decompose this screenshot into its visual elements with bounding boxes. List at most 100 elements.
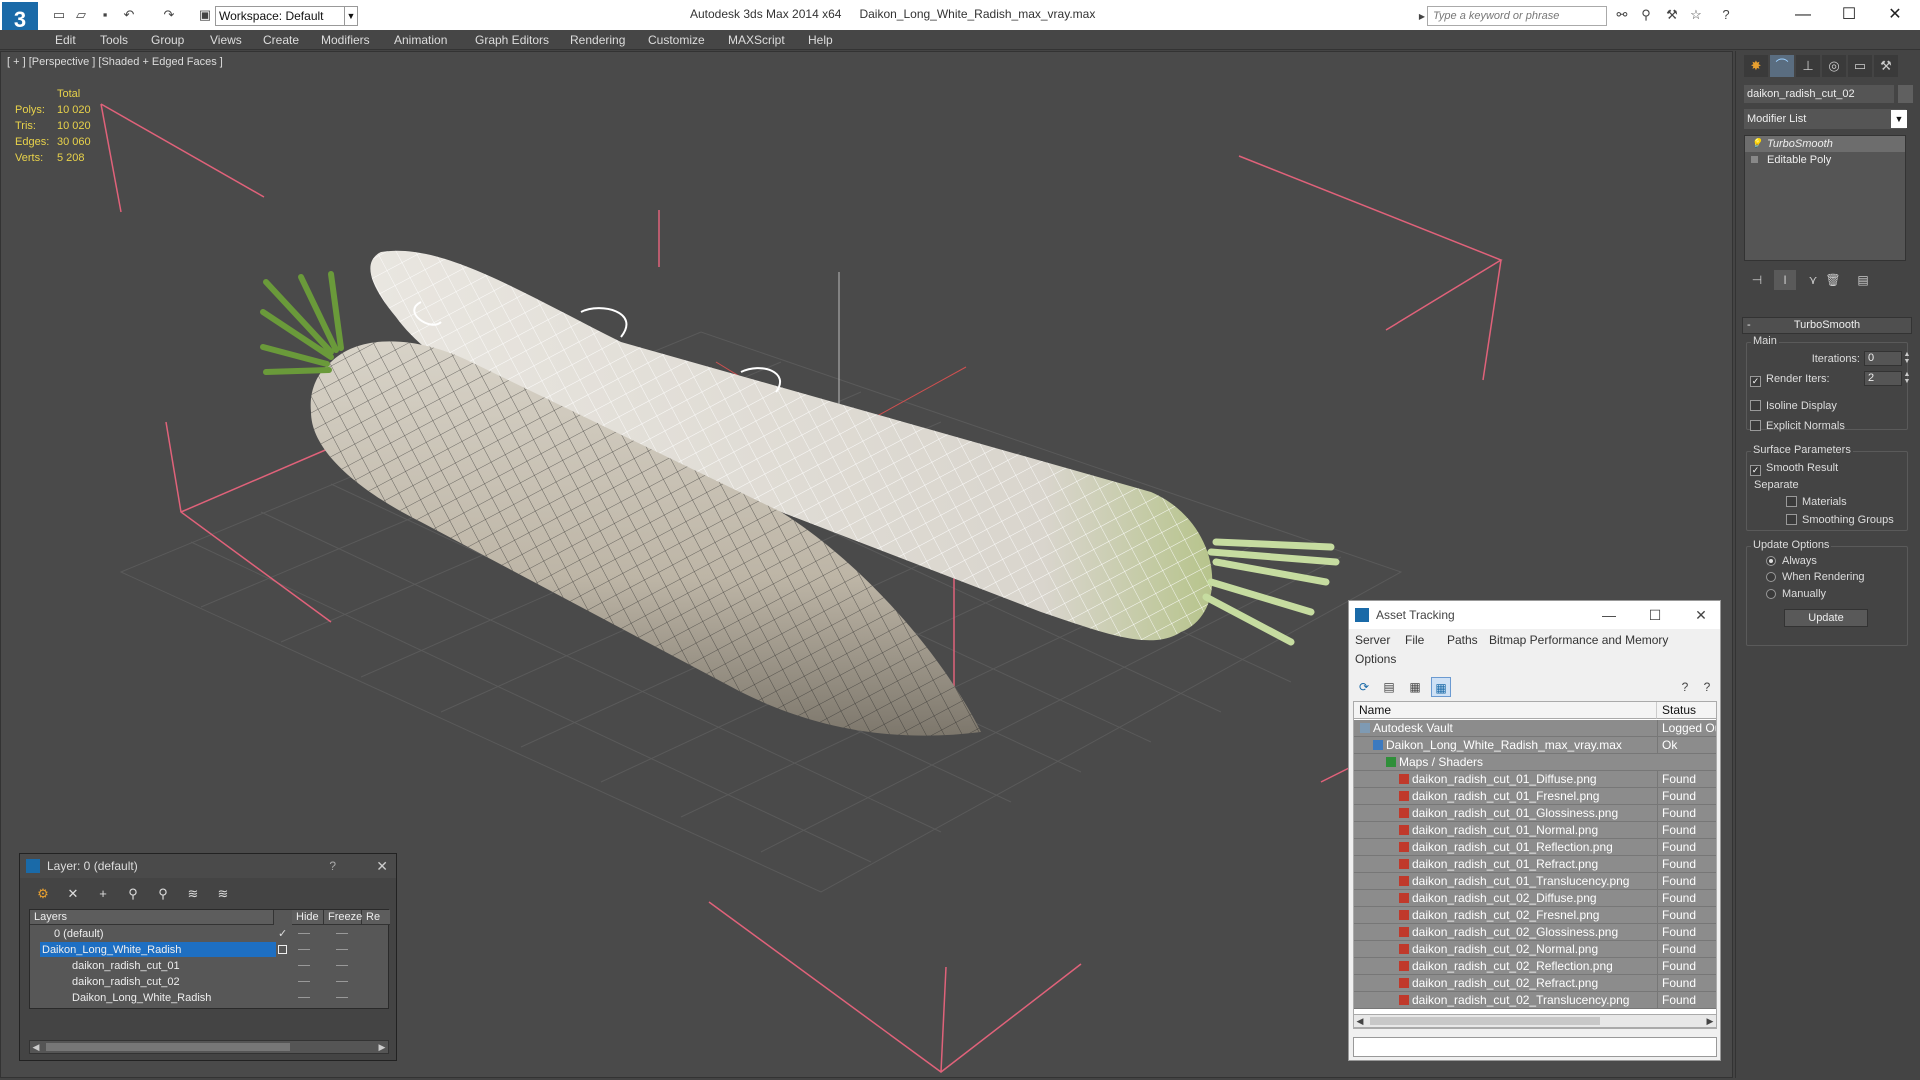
menu-options[interactable]: Options (1355, 652, 1396, 666)
configure-modifier-sets-icon[interactable]: ▤ (1852, 270, 1874, 290)
materials-checkbox[interactable]: Materials (1786, 496, 1847, 508)
layer-horizontal-scrollbar[interactable]: ◀ ▶ (29, 1040, 389, 1054)
highlight-selected-icon[interactable]: ⚲ (152, 884, 174, 904)
stack-item-editable-poly[interactable]: Editable Poly (1745, 152, 1905, 168)
object-name-field[interactable]: daikon_radish_cut_02 (1744, 85, 1894, 103)
project-folder-icon[interactable]: ▣ (196, 6, 214, 24)
close-button[interactable]: ✕ (1686, 601, 1716, 629)
asset-row[interactable]: daikon_radish_cut_01_Glossiness.png Found (1354, 805, 1716, 822)
asset-row[interactable]: daikon_radish_cut_02_Normal.png Found (1354, 941, 1716, 958)
search-input[interactable]: Type a keyword or phrase (1427, 6, 1607, 26)
layer-row[interactable]: daikon_radish_cut_01 (30, 958, 388, 974)
asset-row[interactable]: daikon_radish_cut_01_Normal.png Found (1354, 822, 1716, 839)
communication-center-icon[interactable]: ⚒ (1664, 7, 1680, 23)
hide-all-layers-icon[interactable]: ≋ (182, 884, 204, 904)
asset-row[interactable]: daikon_radish_cut_02_Refract.png Found (1354, 975, 1716, 992)
pin-stack-icon[interactable]: ⊣ (1746, 270, 1768, 290)
save-file-icon[interactable]: ▪ (96, 6, 114, 24)
create-layer-icon[interactable]: ⚙ (32, 884, 54, 904)
asset-row[interactable]: Maps / Shaders (1354, 754, 1716, 771)
menu-animation[interactable]: Animation (394, 33, 447, 47)
display-tab-icon[interactable]: ▭ (1848, 55, 1872, 77)
stack-item-turbosmooth[interactable]: 💡 TurboSmooth (1745, 136, 1905, 152)
modifier-list-dropdown[interactable]: Modifier List ▼ (1744, 109, 1907, 129)
close-icon[interactable]: ✕ (376, 854, 388, 878)
asset-row[interactable]: daikon_radish_cut_01_Reflection.png Found (1354, 839, 1716, 856)
menu-help[interactable]: Help (808, 33, 833, 47)
freeze-all-layers-icon[interactable]: ≋ (212, 884, 234, 904)
select-objects-icon[interactable]: ⚲ (122, 884, 144, 904)
render-iters-checkbox[interactable]: ✓ Render Iters: (1750, 373, 1830, 387)
column-render[interactable]: Re (362, 910, 390, 925)
list-view-icon[interactable]: ▤ (1379, 677, 1399, 697)
menu-modifiers[interactable]: Modifiers (321, 33, 370, 47)
asset-row[interactable]: daikon_radish_cut_01_Fresnel.png Found (1354, 788, 1716, 805)
manually-radio[interactable]: Manually (1766, 588, 1826, 600)
new-file-icon[interactable]: ▭ (50, 6, 68, 24)
make-unique-icon[interactable]: ⋎ (1802, 270, 1824, 290)
asset-row[interactable]: daikon_radish_cut_02_Diffuse.png Found (1354, 890, 1716, 907)
motion-tab-icon[interactable]: ◎ (1822, 55, 1846, 77)
column-name[interactable]: Name (1354, 702, 1657, 719)
create-tab-icon[interactable]: ✸ (1744, 55, 1768, 77)
menu-bitmap-performance[interactable]: Bitmap Performance and Memory (1489, 633, 1668, 647)
help-icon[interactable]: ? (1675, 677, 1695, 697)
menu-group[interactable]: Group (151, 33, 184, 47)
column-hide[interactable]: Hide (292, 910, 324, 925)
when-rendering-radio[interactable]: When Rendering (1766, 571, 1865, 583)
isoline-display-checkbox[interactable]: Isoline Display (1750, 400, 1837, 412)
asset-row[interactable]: daikon_radish_cut_02_Translucency.png Fou… (1354, 992, 1716, 1009)
asset-row[interactable]: daikon_radish_cut_01_Diffuse.png Found (1354, 771, 1716, 788)
explicit-normals-checkbox[interactable]: Explicit Normals (1750, 420, 1845, 432)
layer-row[interactable]: 0 (default) ✓ (30, 926, 388, 942)
refresh-icon[interactable]: ⟳ (1354, 677, 1374, 697)
help-query-icon[interactable]: ? (1697, 677, 1717, 697)
expand-box-icon[interactable] (1751, 156, 1758, 163)
menu-create[interactable]: Create (263, 33, 299, 47)
asset-row[interactable]: daikon_radish_cut_02_Glossiness.png Found (1354, 924, 1716, 941)
menu-maxscript[interactable]: MAXScript (728, 33, 785, 47)
asset-row[interactable]: Daikon_Long_White_Radish_max_vray.max Ok (1354, 737, 1716, 754)
always-radio[interactable]: Always (1766, 555, 1817, 567)
delete-layer-icon[interactable]: ✕ (62, 884, 84, 904)
minimize-button[interactable]: — (1594, 601, 1624, 629)
show-end-result-icon[interactable]: I (1774, 270, 1796, 290)
help-icon[interactable]: ? (329, 854, 336, 878)
asset-horizontal-scrollbar[interactable]: ◀ ▶ (1353, 1014, 1717, 1028)
menu-views[interactable]: Views (210, 33, 242, 47)
utilities-tab-icon[interactable]: ⚒ (1874, 55, 1898, 77)
asset-dialog-titlebar[interactable]: Asset Tracking — ☐ ✕ (1349, 601, 1720, 629)
undo-icon[interactable]: ↶ (120, 6, 138, 24)
menu-server[interactable]: Server (1355, 633, 1390, 647)
subscription-key-icon[interactable]: ⚲ (1638, 7, 1654, 23)
iterations-spinner[interactable]: 0 (1864, 351, 1902, 366)
turbosmooth-rollout-header[interactable]: - TurboSmooth (1742, 317, 1912, 334)
thumbnail-view-icon[interactable]: ▦ (1405, 677, 1425, 697)
help-icon[interactable]: ? (1718, 7, 1734, 23)
menu-file[interactable]: File (1405, 633, 1424, 647)
maximize-button[interactable]: ☐ (1640, 601, 1670, 629)
menu-paths[interactable]: Paths (1447, 633, 1478, 647)
column-freeze[interactable]: Freeze (324, 910, 362, 925)
menu-customize[interactable]: Customize (648, 33, 705, 47)
close-button[interactable]: ✕ (1872, 2, 1918, 28)
open-file-icon[interactable]: ▱ (72, 6, 90, 24)
remove-modifier-icon[interactable]: 🗑 (1822, 270, 1844, 290)
object-color-swatch[interactable] (1898, 85, 1913, 103)
menu-graph-editors[interactable]: Graph Editors (475, 33, 549, 47)
hierarchy-tab-icon[interactable]: ⊥ (1796, 55, 1820, 77)
workspace-dropdown[interactable]: Workspace: Default ▼ (215, 6, 358, 26)
menu-edit[interactable]: Edit (55, 33, 76, 47)
render-iters-spinner[interactable]: 2 (1864, 371, 1902, 386)
layer-row[interactable]: Daikon_Long_White_Radish (30, 990, 388, 1006)
spinner-arrows-icon[interactable]: ▲ ▼ (1902, 371, 1912, 386)
minimize-button[interactable]: — (1780, 2, 1826, 28)
asset-row[interactable]: daikon_radish_cut_02_Fresnel.png Found (1354, 907, 1716, 924)
modify-tab-icon[interactable]: ⌒ (1770, 55, 1794, 77)
smoothing-groups-checkbox[interactable]: Smoothing Groups (1786, 514, 1894, 526)
asset-path-field[interactable] (1353, 1037, 1717, 1057)
menu-rendering[interactable]: Rendering (570, 33, 625, 47)
layer-row[interactable]: Daikon_Long_White_Radish (30, 942, 388, 958)
update-button[interactable]: Update (1784, 609, 1868, 627)
menu-tools[interactable]: Tools (100, 33, 128, 47)
